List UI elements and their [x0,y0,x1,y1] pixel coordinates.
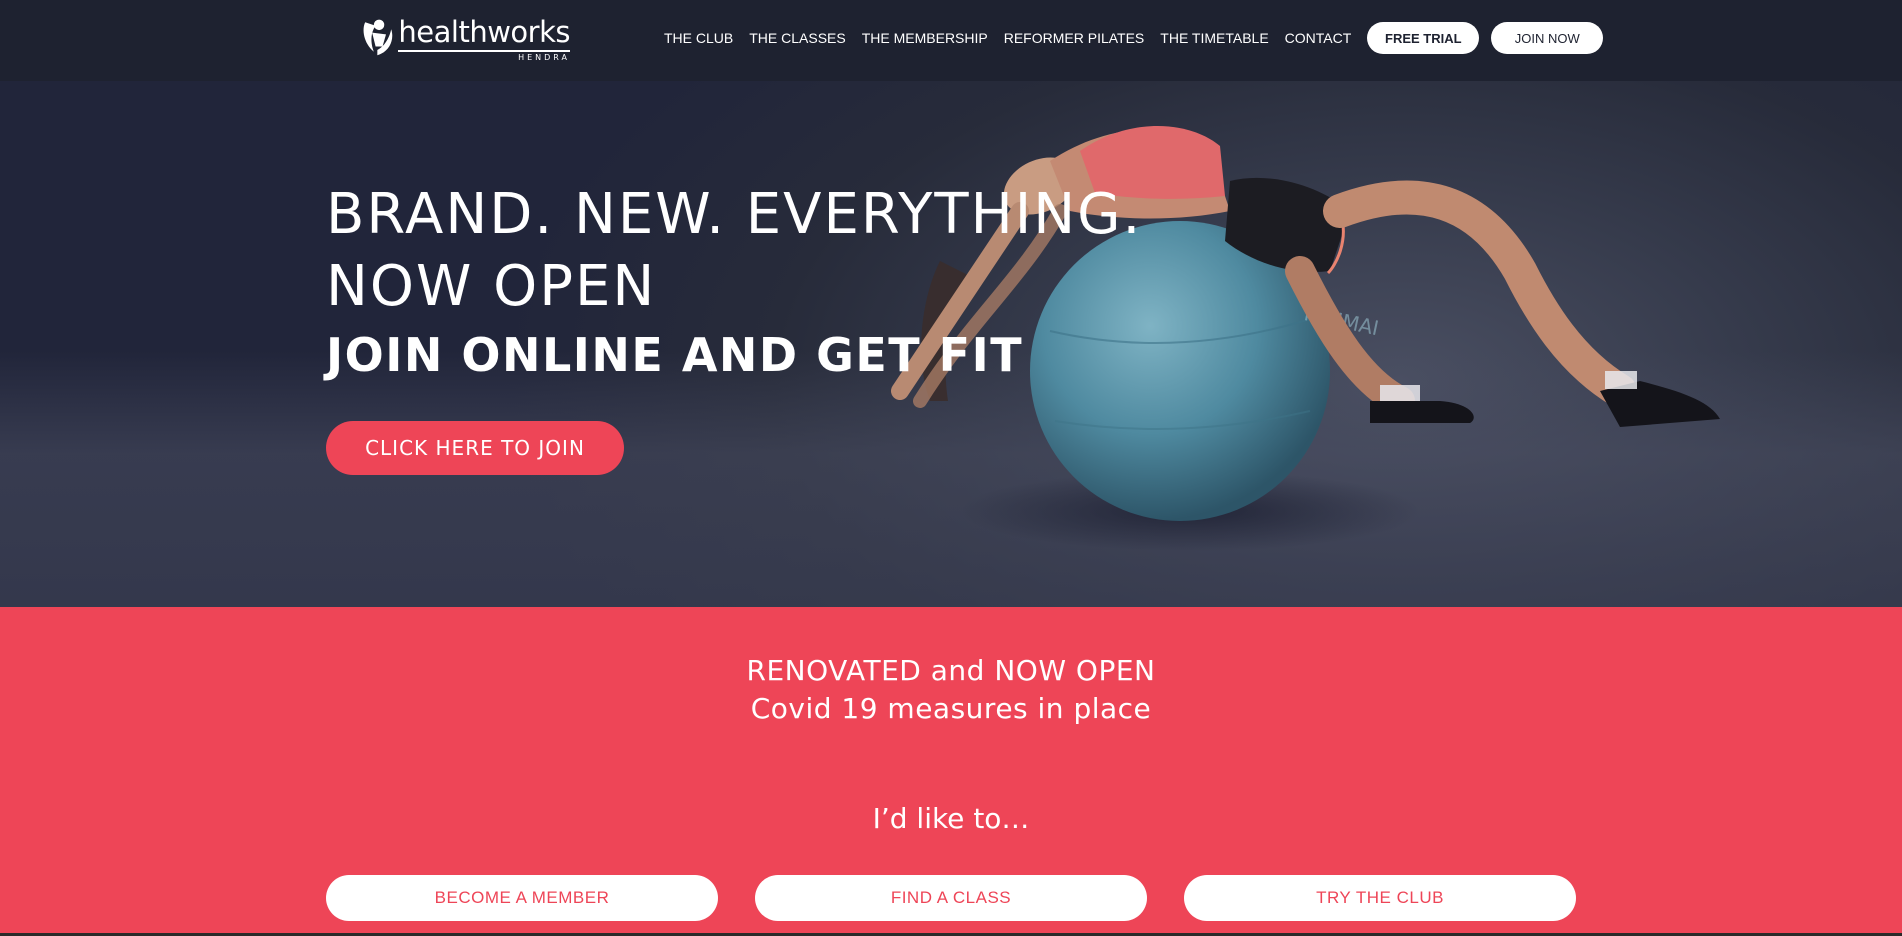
hero-headline-line1: BRAND. NEW. EVERYTHING. [326,182,1143,247]
logo-location: HENDRA [518,53,570,62]
nav-the-timetable[interactable]: THE TIMETABLE [1160,30,1268,46]
renovation-notice-line2: Covid 19 measures in place [750,692,1152,725]
renovation-notice: RENOVATED and NOW OPEN Covid 19 measures… [0,652,1902,728]
become-a-member-button[interactable]: BECOME A MEMBER [326,875,718,921]
nav-the-membership[interactable]: THE MEMBERSHIP [862,30,988,46]
join-now-button[interactable]: JOIN NOW [1491,22,1604,54]
nav-the-club[interactable]: THE CLUB [664,30,733,46]
options-section: RENOVATED and NOW OPEN Covid 19 measures… [0,607,1902,936]
healthworks-logo[interactable]: healthworks HENDRA [360,14,570,64]
hero-headline-line2: NOW OPEN [326,254,657,319]
options-heading: I’d like to… [872,802,1030,835]
nav-reformer-pilates[interactable]: REFORMER PILATES [1004,30,1145,46]
find-a-class-button[interactable]: FIND A CLASS [755,875,1147,921]
free-trial-button[interactable]: FREE TRIAL [1367,22,1480,54]
main-nav: THE CLUB THE CLASSES THE MEMBERSHIP REFO… [664,22,1604,54]
renovation-notice-line1: RENOVATED and NOW OPEN [746,654,1156,687]
nav-the-classes[interactable]: THE CLASSES [749,30,845,46]
hero-headline-block: BRAND. NEW. EVERYTHING. NOW OPEN JOIN ON… [326,179,1142,387]
logo-wordmark: healthworks [398,14,570,52]
try-the-club-button[interactable]: TRY THE CLUB [1184,875,1576,921]
nav-contact[interactable]: CONTACT [1285,30,1352,46]
hero-subheadline: JOIN ONLINE AND GET FIT [326,328,1024,382]
click-here-to-join-button[interactable]: CLICK HERE TO JOIN [326,421,624,475]
site-header: healthworks HENDRA THE CLUB THE CLASSES … [0,0,1902,81]
hero-banner: YUNMAI BRAND. NEW. EVERYTHING. NOW OPEN … [0,81,1902,607]
figure-logo-icon [363,19,393,56]
